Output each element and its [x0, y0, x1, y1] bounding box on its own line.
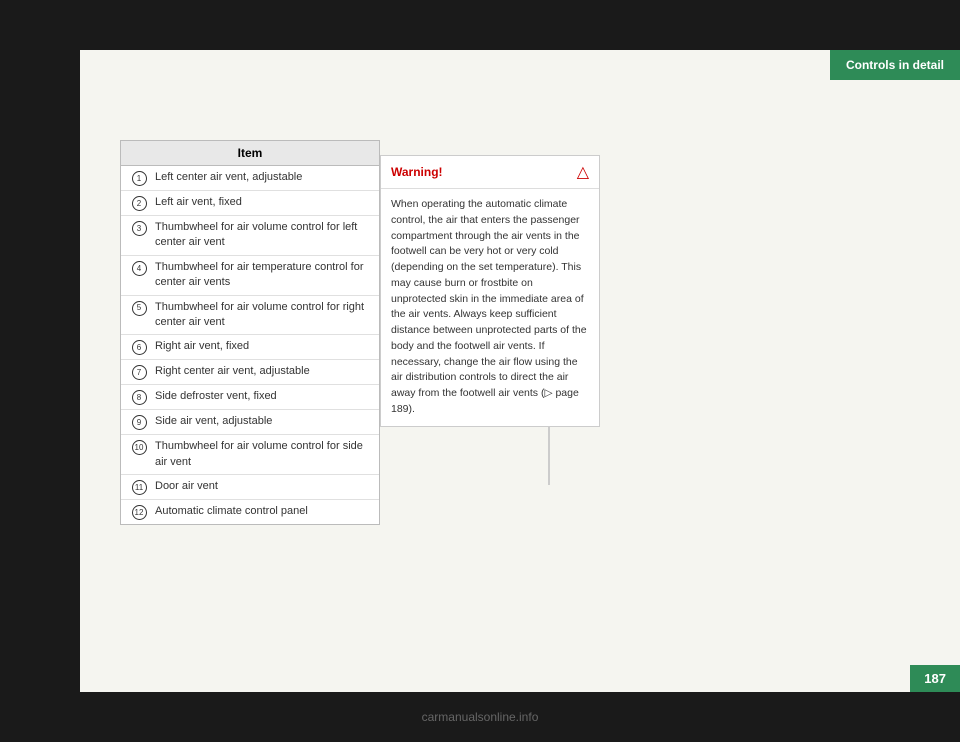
table-row: 8 Side defroster vent, fixed — [121, 385, 379, 410]
warning-box: Warning! △ When operating the automatic … — [380, 155, 600, 427]
row-text: Side defroster vent, fixed — [155, 389, 371, 404]
table-row: 12 Automatic climate control panel — [121, 500, 379, 524]
row-number: 9 — [132, 415, 147, 430]
item-table-header: Item — [121, 141, 379, 166]
table-row: 9 Side air vent, adjustable — [121, 410, 379, 435]
row-text: Thumbwheel for air volume control for si… — [155, 439, 371, 470]
row-number: 2 — [132, 196, 147, 211]
warning-body: When operating the automatic climate con… — [381, 189, 599, 426]
row-text: Right air vent, fixed — [155, 339, 371, 354]
table-row: 4 Thumbwheel for air temperature control … — [121, 256, 379, 296]
row-number: 12 — [132, 505, 147, 520]
header-tab: Controls in detail — [830, 50, 960, 80]
row-text: Side air vent, adjustable — [155, 414, 371, 429]
table-row: 6 Right air vent, fixed — [121, 335, 379, 360]
row-number: 6 — [132, 340, 147, 355]
page-number: 187 — [910, 665, 960, 692]
row-number: 3 — [132, 221, 147, 236]
site-watermark: carmanualsonline.info — [422, 710, 539, 724]
row-text: Thumbwheel for air temperature control f… — [155, 260, 371, 291]
warning-triangle-icon: △ — [577, 162, 589, 182]
table-row: 1 Left center air vent, adjustable — [121, 166, 379, 191]
row-number: 4 — [132, 261, 147, 276]
table-row: 3 Thumbwheel for air volume control for l… — [121, 216, 379, 256]
table-row: 2 Left air vent, fixed — [121, 191, 379, 216]
row-text: Right center air vent, adjustable — [155, 364, 371, 379]
row-number: 10 — [132, 440, 147, 455]
table-row: 7 Right center air vent, adjustable — [121, 360, 379, 385]
row-number: 5 — [132, 301, 147, 316]
table-row: 5 Thumbwheel for air volume control for r… — [121, 296, 379, 336]
row-text: Left air vent, fixed — [155, 195, 371, 210]
table-row: 10 Thumbwheel for air volume control for … — [121, 435, 379, 475]
row-number: 1 — [132, 171, 147, 186]
row-number: 7 — [132, 365, 147, 380]
row-text: Door air vent — [155, 479, 371, 494]
warning-header: Warning! △ — [381, 156, 599, 189]
row-number: 11 — [132, 480, 147, 495]
item-table: Item 1 Left center air vent, adjustable 2L… — [120, 140, 380, 525]
row-text: Left center air vent, adjustable — [155, 170, 371, 185]
table-row: 11 Door air vent — [121, 475, 379, 500]
warning-title: Warning! — [391, 165, 443, 179]
row-text: Automatic climate control panel — [155, 504, 371, 519]
row-text: Thumbwheel for air volume control for le… — [155, 220, 371, 251]
row-number: 8 — [132, 390, 147, 405]
row-text: Thumbwheel for air volume control for ri… — [155, 300, 371, 331]
